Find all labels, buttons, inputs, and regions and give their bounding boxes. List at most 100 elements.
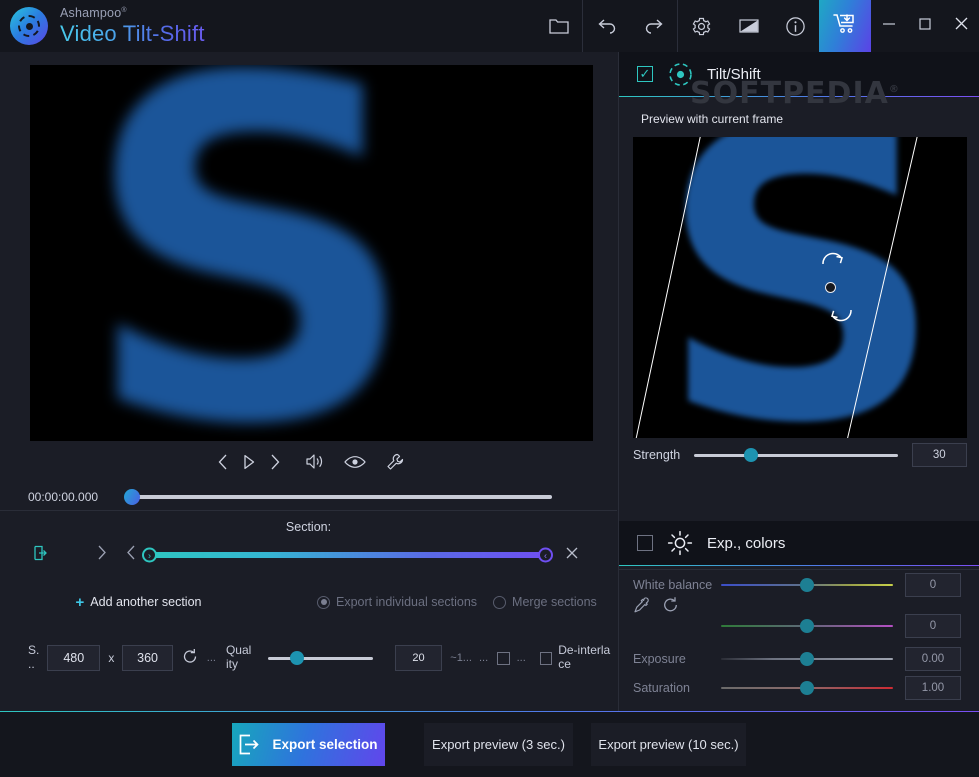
tiltshift-header: ✓ Tilt/Shift [619, 52, 979, 96]
export-preview-3sec-button[interactable]: Export preview (3 sec.) [423, 721, 574, 767]
folder-open-button[interactable] [535, 0, 582, 52]
close-button[interactable] [943, 0, 979, 52]
bitrate-more-ellipsis[interactable]: ... [479, 652, 488, 664]
theme-button[interactable] [725, 0, 772, 52]
rotate-cw-icon[interactable] [821, 249, 847, 274]
radio-merge-sections[interactable]: Merge sections [493, 595, 597, 609]
left-panel: S 00:00:00.000 Section: › ‹ + Add anothe… [0, 52, 617, 711]
timeline-handle[interactable] [124, 489, 140, 505]
white-balance-tint-input[interactable]: 0 [905, 614, 961, 638]
width-input[interactable]: 480 [47, 645, 101, 671]
strength-handle[interactable] [744, 447, 759, 462]
undo-button[interactable] [583, 0, 630, 52]
section-remove-button[interactable] [557, 541, 587, 569]
section-start-handle[interactable]: › [142, 547, 157, 563]
saturation-slider[interactable] [721, 680, 893, 695]
radio-export-individual-sections[interactable]: Export individual sections [317, 595, 477, 609]
white-balance-temp-handle[interactable] [800, 577, 814, 592]
title-bar: Ashampoo® Video Tilt-Shift [0, 0, 979, 52]
bottom-accent-line [0, 711, 979, 712]
add-another-section-button[interactable]: + Add another section [29, 586, 248, 618]
export-preview-10sec-button[interactable]: Export preview (10 sec.) [590, 721, 747, 767]
tilt-shift-icon [667, 61, 693, 87]
app-brand: Ashampoo® Video Tilt-Shift [0, 7, 205, 45]
radio-merge-label: Merge sections [512, 595, 597, 609]
redo-icon [643, 17, 665, 35]
app-title: Video Tilt-Shift [60, 20, 205, 46]
video-preview[interactable]: S [30, 65, 593, 441]
step-forward-icon [96, 545, 107, 565]
saturation-handle[interactable] [800, 680, 814, 695]
radio-export-individual-label: Export individual sections [336, 595, 478, 609]
reset-icon [182, 649, 199, 668]
strength-slider[interactable] [694, 447, 898, 462]
prev-frame-button[interactable] [210, 449, 236, 479]
white-balance-temp-slider[interactable] [721, 577, 893, 592]
quality-slider[interactable] [268, 650, 373, 665]
expcolors-header: Exp., colors [619, 521, 979, 565]
quality-value-input[interactable]: 20 [394, 645, 443, 671]
timeline-slider[interactable] [124, 489, 552, 505]
add-section-row: + Add another section Export individual … [0, 582, 617, 622]
eye-icon [343, 455, 366, 474]
exposure-slider[interactable] [721, 651, 893, 666]
section-timeline-row: › ‹ [0, 540, 617, 570]
app-logo-icon [10, 7, 48, 45]
next-frame-button[interactable] [262, 449, 288, 479]
radio-indicator-on [317, 595, 330, 609]
export-preview-3sec-label: Export preview (3 sec.) [432, 736, 565, 752]
tiltshift-preview[interactable]: S [633, 137, 967, 438]
tiltshift-enable-checkbox[interactable]: ✓ [637, 66, 653, 82]
wrench-icon [386, 453, 404, 476]
section-range-slider[interactable]: › ‹ [142, 544, 553, 566]
expcolors-divider [618, 569, 979, 570]
exposure-handle[interactable] [800, 651, 814, 666]
section-end-handle[interactable]: ‹ [538, 547, 553, 563]
white-balance-temp-input[interactable]: 0 [905, 573, 961, 597]
contrast-icon [738, 18, 759, 34]
height-input[interactable]: 360 [122, 645, 173, 671]
saturation-input[interactable]: 1.00 [905, 676, 961, 700]
timeline-row: 00:00:00.000 [0, 484, 617, 510]
expcolors-enable-checkbox[interactable] [637, 535, 653, 551]
settings-button[interactable] [678, 0, 725, 52]
maximize-button[interactable] [907, 0, 943, 52]
expcolors-title: Exp., colors [707, 534, 786, 552]
size-more-ellipsis[interactable]: ... [207, 652, 216, 664]
reset-size-button[interactable] [182, 648, 199, 668]
step-back-icon [126, 545, 137, 565]
quality-label: Qual ity [225, 643, 252, 671]
exposure-input[interactable]: 0.00 [905, 647, 961, 671]
deinterlace-checkbox[interactable] [539, 651, 553, 665]
preview-toggle-button[interactable] [342, 449, 368, 479]
volume-button[interactable] [302, 449, 328, 479]
preview-with-current-frame-button[interactable]: Preview with current frame [632, 104, 792, 133]
export-selection-button[interactable]: Export selection [232, 722, 385, 766]
white-balance-tint-slider[interactable] [721, 618, 893, 633]
center-handle[interactable] [825, 282, 836, 293]
expcolors-accent-underline [619, 565, 979, 566]
set-section-button[interactable] [26, 541, 56, 569]
play-button[interactable] [236, 449, 262, 479]
gear-icon [691, 16, 712, 37]
minimize-button[interactable] [871, 0, 907, 52]
option-checkbox-1[interactable] [497, 651, 510, 665]
volume-icon [305, 453, 325, 475]
plus-icon: + [75, 593, 85, 611]
section-next-button[interactable] [86, 541, 116, 569]
info-button[interactable] [772, 0, 819, 52]
saturation-row: Saturation 1.00 [633, 676, 961, 700]
option-more-ellipsis[interactable]: ... [517, 652, 526, 664]
redo-button[interactable] [630, 0, 677, 52]
strength-row: Strength 30 [633, 442, 967, 468]
strength-value-input[interactable]: 30 [911, 443, 967, 467]
rotate-ccw-icon[interactable] [827, 305, 853, 330]
quality-handle[interactable] [290, 650, 305, 665]
close-icon [954, 16, 969, 36]
white-balance-tint-handle[interactable] [800, 618, 814, 633]
buy-cart-button[interactable] [819, 0, 871, 52]
prev-frame-icon [217, 454, 229, 475]
folder-icon [548, 17, 569, 35]
tools-button[interactable] [382, 449, 408, 479]
white-balance-label: White balance [633, 578, 713, 592]
